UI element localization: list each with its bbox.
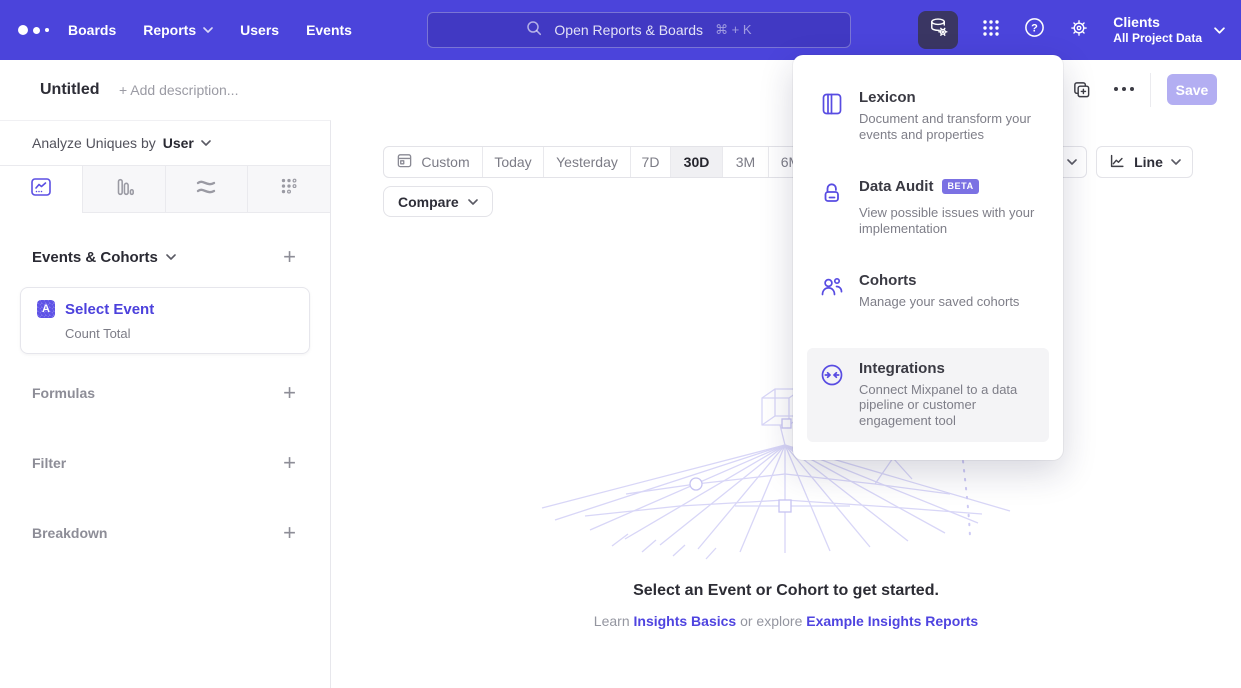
database-gear-icon bbox=[927, 16, 950, 44]
save-button[interactable]: Save bbox=[1167, 74, 1217, 105]
chevron-down-icon bbox=[166, 254, 176, 260]
line-chart-icon bbox=[1108, 152, 1126, 173]
empty-state-links: Learn Insights Basics or explore Example… bbox=[331, 613, 1241, 629]
chevron-down-icon bbox=[1067, 159, 1077, 165]
event-letter-badge: A bbox=[37, 300, 55, 318]
insights-chart-icon bbox=[29, 175, 53, 204]
search-icon bbox=[526, 20, 542, 41]
help-icon: ? bbox=[1024, 17, 1045, 43]
example-reports-link[interactable]: Example Insights Reports bbox=[806, 613, 978, 629]
tab-flow-chart[interactable] bbox=[165, 166, 248, 213]
chevron-down-icon bbox=[201, 140, 211, 146]
svg-text:?: ? bbox=[1031, 22, 1038, 34]
data-audit-icon bbox=[819, 180, 845, 206]
add-description-field[interactable]: + Add description... bbox=[119, 60, 238, 120]
menu-item-description: Connect Mixpanel to a data pipeline or c… bbox=[859, 382, 1039, 429]
nav-menu: Boards Reports Users Events bbox=[68, 22, 352, 38]
event-row-card[interactable]: A Select Event Count Total bbox=[20, 287, 310, 354]
menu-item-description: View possible issues with your implement… bbox=[859, 205, 1039, 236]
apps-grid-icon bbox=[981, 18, 1001, 43]
data-management-menu: Lexicon Document and transform your even… bbox=[793, 55, 1063, 460]
date-range-custom[interactable]: Custom bbox=[384, 147, 483, 177]
help-button[interactable]: ? bbox=[1024, 17, 1045, 43]
sidebar-section-filter: Filter + bbox=[32, 451, 296, 475]
menu-item-lexicon[interactable]: Lexicon Document and transform your even… bbox=[807, 77, 1049, 154]
date-range-30d[interactable]: 30D bbox=[671, 147, 723, 177]
links-middle-text: or explore bbox=[740, 613, 802, 629]
duplicate-icon bbox=[1072, 86, 1091, 103]
cohorts-icon bbox=[819, 274, 845, 300]
empty-state-title: Select an Event or Cohort to get started… bbox=[331, 582, 1241, 600]
date-range-7d[interactable]: 7D bbox=[631, 147, 671, 177]
event-metric-dropdown[interactable]: Count Total bbox=[65, 326, 293, 341]
account-name: Clients bbox=[1113, 14, 1202, 31]
date-range-3m[interactable]: 3M bbox=[723, 147, 769, 177]
nav-item-boards[interactable]: Boards bbox=[68, 22, 116, 38]
menu-item-data-audit[interactable]: Data Audit BETA View possible issues wit… bbox=[807, 166, 1049, 248]
top-nav: Boards Reports Users Events Open Reports… bbox=[0, 0, 1241, 60]
analyze-label: Analyze Uniques by bbox=[32, 135, 156, 151]
apps-grid-button[interactable] bbox=[981, 18, 1001, 43]
data-management-button[interactable] bbox=[918, 11, 958, 49]
search-shortcut: ⌘ + K bbox=[715, 22, 752, 38]
add-filter-button[interactable]: + bbox=[283, 453, 296, 473]
duplicate-button[interactable] bbox=[1072, 80, 1091, 104]
more-options-button[interactable] bbox=[1114, 87, 1134, 91]
menu-item-cohorts[interactable]: Cohorts Manage your saved cohorts bbox=[807, 260, 1049, 322]
menu-item-integrations[interactable]: Integrations Connect Mixpanel to a data … bbox=[807, 348, 1049, 443]
select-event-button[interactable]: Select Event bbox=[65, 301, 154, 318]
date-range-today[interactable]: Today bbox=[483, 147, 544, 177]
search-input[interactable]: Open Reports & Boards ⌘ + K bbox=[427, 12, 851, 48]
query-builder-sidebar: Analyze Uniques by User bbox=[0, 120, 331, 688]
mixpanel-logo[interactable] bbox=[18, 25, 62, 35]
compare-button[interactable]: Compare bbox=[383, 186, 493, 217]
beta-badge: BETA bbox=[942, 179, 978, 194]
insights-basics-link[interactable]: Insights Basics bbox=[634, 613, 737, 629]
menu-item-description: Document and transform your events and p… bbox=[859, 111, 1039, 142]
flow-chart-icon bbox=[194, 175, 218, 204]
nav-item-events[interactable]: Events bbox=[306, 22, 352, 38]
menu-item-title: Lexicon bbox=[859, 89, 1039, 106]
menu-item-title: Cohorts bbox=[859, 272, 1019, 289]
nav-item-users[interactable]: Users bbox=[240, 22, 279, 38]
analyze-uniques-row: Analyze Uniques by User bbox=[0, 121, 330, 165]
sidebar-section-breakdown: Breakdown + bbox=[32, 521, 296, 545]
nav-right-cluster: ? Clients All Project Data bbox=[918, 0, 1225, 60]
settings-button[interactable] bbox=[1068, 17, 1090, 44]
events-cohorts-header: Events & Cohorts + bbox=[32, 247, 296, 267]
chart-type-dropdown[interactable]: Line bbox=[1096, 146, 1193, 178]
search-placeholder: Open Reports & Boards bbox=[554, 22, 703, 38]
learn-prefix: Learn bbox=[594, 613, 630, 629]
analyze-value-dropdown[interactable]: User bbox=[163, 135, 194, 151]
menu-item-title: Integrations bbox=[859, 360, 1039, 377]
tab-insights-line[interactable] bbox=[0, 166, 82, 213]
tab-bar-chart[interactable] bbox=[82, 166, 165, 213]
chevron-down-icon bbox=[1214, 27, 1225, 34]
add-formula-button[interactable]: + bbox=[283, 383, 296, 403]
scatter-chart-icon bbox=[278, 176, 300, 203]
add-event-button[interactable]: + bbox=[283, 247, 296, 267]
menu-item-title: Data Audit bbox=[859, 178, 933, 195]
account-project-switcher[interactable]: Clients All Project Data bbox=[1113, 14, 1225, 46]
chart-type-tabs bbox=[0, 165, 330, 213]
chevron-down-icon bbox=[468, 199, 478, 205]
report-title[interactable]: Untitled bbox=[40, 60, 100, 120]
gear-icon bbox=[1068, 17, 1090, 44]
nav-item-reports[interactable]: Reports bbox=[143, 22, 213, 38]
chevron-down-icon bbox=[1171, 159, 1181, 165]
tab-scatter-chart[interactable] bbox=[247, 166, 330, 213]
project-name: All Project Data bbox=[1113, 31, 1202, 46]
chevron-down-icon bbox=[203, 27, 213, 33]
events-cohorts-title[interactable]: Events & Cohorts bbox=[32, 249, 158, 266]
lexicon-icon bbox=[819, 91, 845, 117]
calendar-icon bbox=[396, 152, 413, 172]
report-canvas: Custom Today Yesterday 7D 30D 3M 6M Comp… bbox=[331, 120, 1241, 688]
integrations-icon bbox=[819, 362, 845, 388]
date-range-yesterday[interactable]: Yesterday bbox=[544, 147, 631, 177]
menu-item-description: Manage your saved cohorts bbox=[859, 294, 1019, 310]
add-breakdown-button[interactable]: + bbox=[283, 523, 296, 543]
bar-chart-icon bbox=[113, 176, 135, 203]
sidebar-section-formulas: Formulas + bbox=[32, 381, 296, 405]
header-divider bbox=[1150, 73, 1151, 107]
